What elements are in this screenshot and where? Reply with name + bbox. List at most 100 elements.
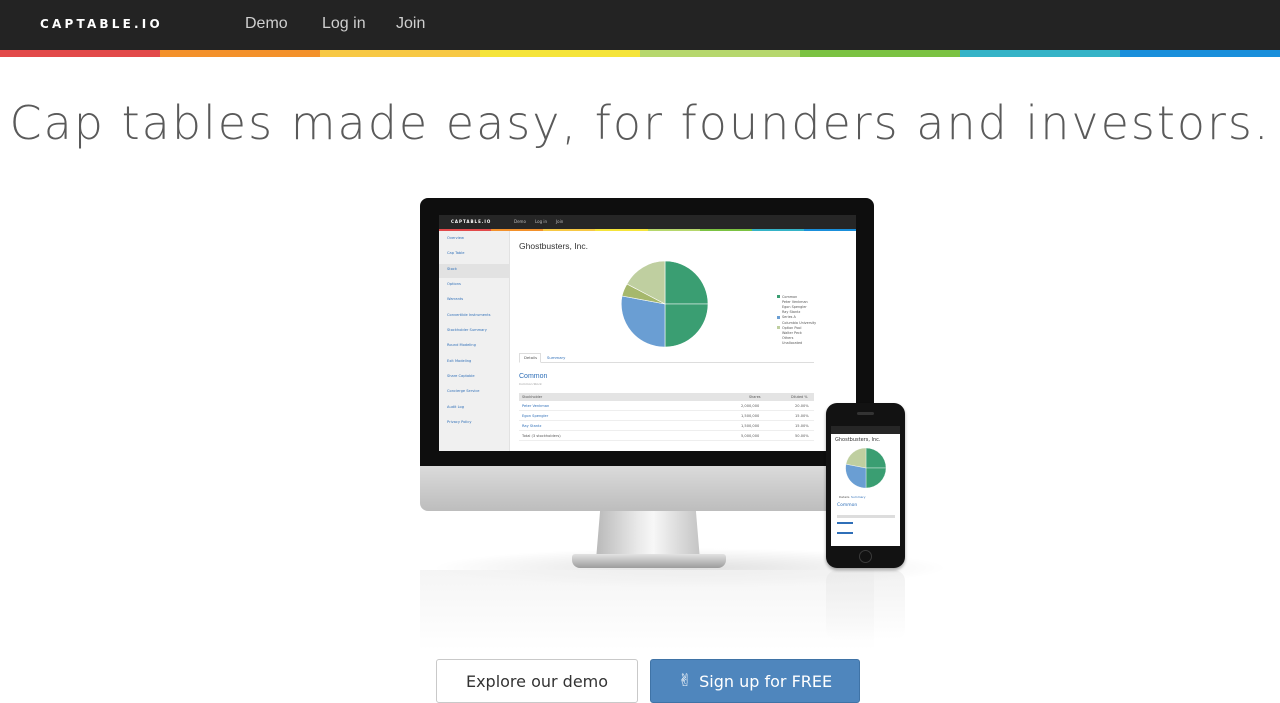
mock-td: Ray Stantz [522, 424, 542, 428]
mock-company-title: Ghostbusters, Inc. [519, 241, 588, 251]
mock-th: Diluted % [791, 395, 808, 399]
mock-td: Total (3 stockholders) [522, 434, 561, 438]
mock-td: 50.00% [795, 434, 809, 438]
phone-reflection [826, 570, 905, 640]
mock-td: Peter Venkman [522, 404, 550, 408]
signup-free-label: Sign up for FREE [699, 671, 833, 691]
mock-nav-link: Join [556, 219, 564, 224]
legend-item: Unallocated [777, 341, 847, 346]
stripe-segment [960, 50, 1120, 57]
mock-section-subtitle: Common Stock [519, 382, 542, 386]
mock-tab-details: Details [524, 355, 538, 360]
pie-slice [621, 295, 666, 348]
brand-logo[interactable]: CAPTABLE.IO [40, 17, 163, 31]
phone-company-title: Ghostbusters, Inc. [835, 437, 881, 443]
mock-tabs: Details Summary [519, 353, 814, 363]
stripe-segment [699, 229, 752, 231]
mock-section-title: Common [519, 373, 548, 380]
mock-table-row: Peter Venkman 2,000,000 20.00% [519, 401, 814, 411]
phone-nav [831, 426, 900, 434]
legend-swatch [777, 295, 780, 299]
stripe-segment [647, 229, 700, 231]
mock-sidebar-item: Options [447, 282, 461, 286]
mock-th: Stockholder [522, 395, 543, 399]
mock-td: 1,500,000 [741, 424, 760, 428]
legend-spacer [777, 337, 780, 340]
mock-sidebar-item: Convertible Instruments [447, 313, 491, 317]
mock-td: 20.00% [795, 404, 809, 408]
mock-table-row: Egon Spengler 1,500,000 15.00% [519, 411, 814, 421]
rainbow-stripe [0, 50, 1280, 57]
legend-label: Walter Peck [782, 330, 802, 335]
hero-headline: Cap tables made easy, for founders and i… [9, 96, 1271, 150]
mock-sidebar-item: Warrants [447, 297, 464, 301]
pie-slice [845, 463, 867, 489]
mock-table: Stockholder Shares Diluted % Peter Venkm… [519, 393, 814, 441]
legend-spacer [777, 305, 780, 308]
legend-spacer [777, 311, 780, 314]
phone-tab-details: Details [839, 495, 850, 499]
legend-label: Ray Stantz [782, 310, 801, 315]
mock-sidebar-item: Stock [447, 267, 457, 271]
stripe-segment [1120, 50, 1280, 57]
mock-sidebar-item: Overview [447, 236, 464, 240]
imac-chin [420, 464, 874, 511]
phone-tab-summary: Summary [851, 495, 866, 499]
legend-spacer [777, 300, 780, 303]
legend-label: Common [782, 294, 798, 299]
mock-sidebar-item: Cap Table [447, 251, 465, 255]
mock-brand: CAPTABLE.IO [451, 219, 492, 224]
mock-td: 15.00% [795, 414, 809, 418]
mock-sidebar-item: Exit Modeling [447, 359, 472, 363]
mock-tab-summary: Summary [547, 355, 566, 360]
pie-slice [865, 447, 887, 469]
stripe-segment [0, 50, 160, 57]
mock-td: 15.00% [795, 424, 809, 428]
pie-slice [664, 260, 709, 305]
legend-label: Others [782, 336, 794, 341]
peace-hand-icon: ✌ [677, 671, 693, 691]
mock-td: 5,000,000 [741, 434, 760, 438]
nav-link-join[interactable]: Join [396, 15, 425, 33]
imac-reflection [420, 570, 874, 650]
stripe-segment [320, 50, 480, 57]
mock-table-row: Ray Stantz 1,500,000 15.00% [519, 421, 814, 431]
phone-device: Ghostbusters, Inc. Details Summary Commo… [826, 403, 905, 568]
mock-table-header: Stockholder Shares Diluted % [519, 393, 814, 401]
imac-monitor: CAPTABLE.IO Demo Log in Join Overview Ca… [420, 198, 874, 466]
mock-td: 2,000,000 [741, 404, 760, 408]
mock-sidebar-item: Concierge Service [447, 389, 480, 393]
mock-th: Shares [749, 395, 761, 399]
pie-slice [664, 303, 709, 348]
pie-slice [865, 467, 887, 489]
legend-label: Option Pool [782, 325, 802, 330]
legend-spacer [777, 342, 780, 345]
mock-sidebar-item: Privacy Policy [447, 420, 472, 424]
nav-link-demo[interactable]: Demo [245, 15, 288, 33]
stripe-segment [640, 50, 800, 57]
stripe-segment [803, 229, 856, 231]
legend-label: Columbia University [782, 320, 817, 325]
phone-section-title: Common [837, 503, 858, 508]
nav-link-login[interactable]: Log in [322, 15, 366, 33]
top-nav: CAPTABLE.IO Demo Log in Join [0, 0, 1280, 50]
mock-sidebar-item: Stockholder Summary [447, 328, 487, 332]
mock-td: 1,500,000 [741, 414, 760, 418]
imac-screen: CAPTABLE.IO Demo Log in Join Overview Ca… [439, 215, 856, 451]
stripe-segment [595, 229, 648, 231]
phone-pie-chart [845, 447, 887, 489]
mock-nav-link: Demo [514, 219, 526, 224]
stripe-segment [160, 50, 320, 57]
signup-free-button[interactable]: ✌ Sign up for FREE [650, 659, 860, 703]
stripe-segment [480, 50, 640, 57]
imac-stand [596, 510, 700, 560]
legend-label: Unallocated [782, 341, 803, 346]
legend-swatch [777, 315, 780, 319]
phone-table-header [837, 515, 895, 518]
hero-devices-image: CAPTABLE.IO Demo Log in Join Overview Ca… [420, 198, 950, 650]
explore-demo-button[interactable]: Explore our demo [436, 659, 638, 703]
phone-row-line [837, 522, 853, 524]
legend-label: Peter Venkman [782, 299, 808, 304]
mock-sidebar-item: Share Captable [447, 374, 475, 378]
stripe-segment [543, 229, 596, 231]
